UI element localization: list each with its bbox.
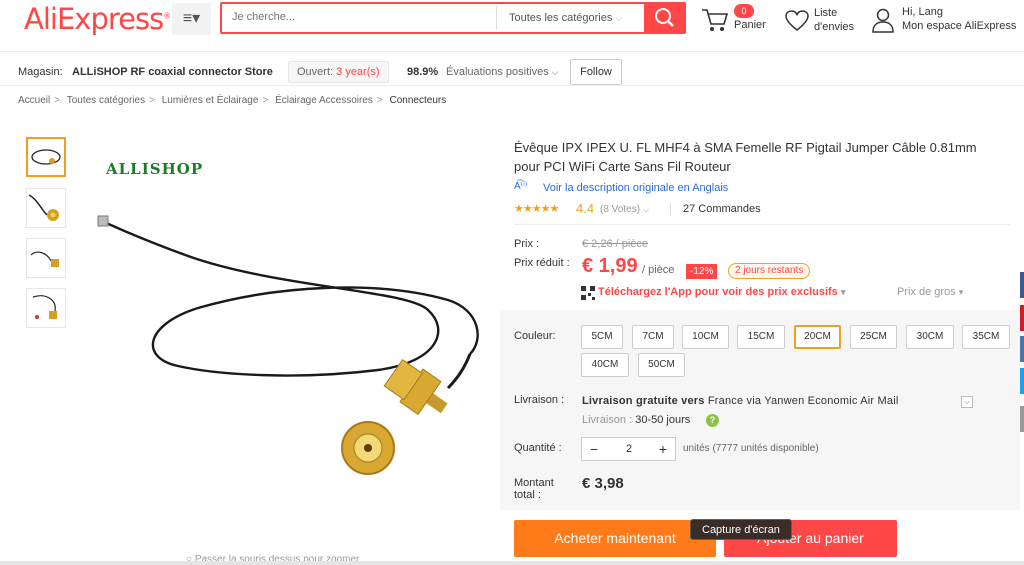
- store-rating-label[interactable]: Évaluations positives ⌵: [446, 66, 559, 78]
- brand-watermark: ALLISHOP: [105, 160, 203, 178]
- breadcrumb-item[interactable]: Accueil: [18, 95, 50, 106]
- follow-button[interactable]: Follow: [570, 59, 622, 85]
- delivery-label: Livraison :: [514, 394, 565, 406]
- heart-icon[interactable]: [784, 9, 810, 33]
- breadcrumb-item[interactable]: Connecteurs: [390, 95, 447, 106]
- my-account-link[interactable]: Mon espace AliExpress: [902, 20, 1016, 32]
- votes-count[interactable]: (8 Votes) ⌵: [600, 204, 649, 215]
- orders-count: 27 Commandes: [683, 203, 761, 215]
- search-icon: [655, 8, 674, 27]
- quantity-increase-button[interactable]: +: [651, 438, 675, 460]
- color-option[interactable]: 7CM: [632, 325, 674, 349]
- search-button[interactable]: [644, 2, 686, 34]
- store-label: Magasin:: [18, 66, 63, 78]
- breadcrumb-item[interactable]: Éclairage Accessoires: [275, 95, 373, 106]
- total-label: Montant total :: [514, 477, 554, 501]
- quantity-stepper: − 2 +: [581, 437, 676, 461]
- vk-share-icon[interactable]: [1020, 336, 1024, 362]
- days-left-badge: 2 jours restants: [728, 263, 811, 279]
- color-label: Couleur:: [514, 330, 556, 342]
- breadcrumb-item[interactable]: Toutes catégories: [67, 95, 145, 106]
- cart-count-badge: 0: [734, 4, 754, 18]
- cart-label[interactable]: Panier: [734, 19, 766, 31]
- color-option[interactable]: 30CM: [906, 325, 954, 349]
- cart-icon[interactable]: [700, 6, 730, 34]
- color-option-selected[interactable]: 20CM: [794, 325, 841, 349]
- breadcrumb: Accueil > Toutes catégories > Lumières et …: [18, 95, 447, 106]
- wishlist-label[interactable]: Liste d'envies: [814, 6, 864, 34]
- divider: [670, 203, 671, 215]
- twitter-share-icon[interactable]: [1020, 368, 1024, 394]
- bottom-bar: [0, 561, 1024, 565]
- color-option[interactable]: 15CM: [737, 325, 785, 349]
- thumbnail-image[interactable]: [26, 288, 66, 328]
- translate-icon: A͡⁽ⁱ⁾: [514, 181, 528, 192]
- product-gallery: ALLISHOP ○ Passer la souris dessus pour …: [18, 130, 496, 565]
- breadcrumb-item[interactable]: Lumières et Éclairage: [162, 95, 259, 106]
- price-unit: / pièce: [642, 264, 675, 276]
- aliexpress-logo[interactable]: AliExpress®: [24, 2, 171, 36]
- quantity-available: unités (7777 unités disponible): [683, 443, 819, 454]
- color-option[interactable]: 40CM: [581, 353, 629, 377]
- color-option[interactable]: 35CM: [962, 325, 1010, 349]
- delivery-dropdown-button[interactable]: ⌵: [961, 396, 973, 408]
- qr-code-icon: [581, 286, 595, 300]
- translate-link[interactable]: Voir la description originale en Anglais: [543, 182, 728, 194]
- color-option[interactable]: 5CM: [581, 325, 623, 349]
- user-icon[interactable]: [872, 7, 894, 33]
- more-share-icon[interactable]: [1020, 406, 1024, 432]
- rating-stars: ★★★★★: [514, 203, 559, 215]
- color-option[interactable]: 50CM: [638, 353, 685, 377]
- store-name-link[interactable]: ALLiSHOP RF coaxial connector Store: [72, 66, 273, 78]
- category-menu-button[interactable]: ≡▾: [172, 3, 211, 35]
- store-bar: Magasin: ALLiSHOP RF coaxial connector S…: [0, 56, 1024, 86]
- discount-badge: -12%: [686, 264, 718, 279]
- top-header: AliExpress® ≡▾ Toutes les catégories ⌵ 0…: [0, 0, 1024, 52]
- product-title: Évêque IPX IPEX U. FL MHF4 à SMA Femelle…: [514, 140, 977, 174]
- search-bar: Toutes les catégories ⌵: [220, 2, 686, 34]
- search-input[interactable]: [232, 11, 492, 23]
- product-main-image[interactable]: ALLISHOP: [78, 130, 496, 550]
- quantity-decrease-button[interactable]: −: [582, 438, 606, 460]
- divider: [514, 224, 1010, 225]
- color-option[interactable]: 10CM: [682, 325, 729, 349]
- original-price: € 2,26 / pièce: [582, 238, 649, 250]
- search-category-select[interactable]: Toutes les catégories ⌵: [496, 6, 646, 30]
- price-label: Prix :: [514, 238, 540, 250]
- user-greeting: Hi, Lang: [902, 6, 943, 18]
- store-rating: 98.9%: [407, 66, 439, 78]
- store-age-badge: Ouvert: 3 year(s): [288, 61, 389, 83]
- reduced-price-label: Prix réduit :: [514, 257, 570, 269]
- facebook-share-icon[interactable]: [1020, 272, 1024, 298]
- quantity-input[interactable]: 2: [606, 438, 652, 460]
- buy-now-button[interactable]: Acheter maintenant: [514, 520, 716, 557]
- delivery-time: Livraison : 30-50 jours: [582, 414, 691, 426]
- bulk-price-link[interactable]: Prix de gros ▾: [897, 286, 963, 298]
- thumbnail-image[interactable]: [26, 137, 66, 177]
- help-icon[interactable]: ?: [706, 414, 719, 427]
- pinterest-share-icon[interactable]: [1020, 305, 1024, 331]
- delivery-info: Livraison gratuite vers France via Yanwe…: [582, 395, 899, 407]
- app-promo-link[interactable]: Téléchargez l'App pour voir des prix exc…: [598, 286, 845, 298]
- current-price: € 1,99: [582, 255, 638, 277]
- thumbnail-image[interactable]: [26, 238, 66, 278]
- rating-value: 4.4: [576, 201, 595, 216]
- screenshot-tooltip: Capture d'écran: [690, 519, 792, 540]
- color-option[interactable]: 25CM: [850, 325, 897, 349]
- quantity-label: Quantité :: [514, 442, 562, 454]
- total-value: € 3,98: [582, 475, 624, 492]
- thumbnail-image[interactable]: [26, 188, 66, 228]
